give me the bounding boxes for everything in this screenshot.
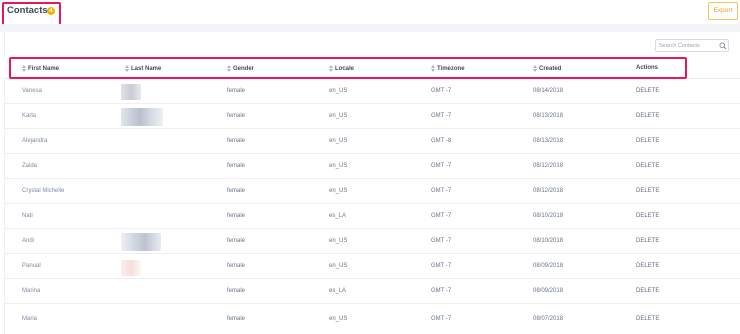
locale-cell: en_US: [329, 138, 348, 144]
gender-cell: female: [227, 288, 246, 294]
created-cell: 08/13/2018: [533, 138, 564, 144]
table-row: Zaida female en_US GMT -7 08/12/2018 DEL…: [4, 154, 740, 179]
gender-cell: female: [227, 138, 246, 144]
gender-cell: female: [227, 316, 246, 322]
table-row: Alejandra female en_US GMT -8 08/13/2018…: [4, 129, 740, 154]
search-box[interactable]: [655, 39, 729, 52]
created-cell: 08/12/2018: [533, 163, 564, 169]
delete-button[interactable]: DELETE: [636, 213, 659, 219]
table-row: Panual female en_US GMT -7 08/09/2018 DE…: [4, 254, 740, 279]
first-name-cell: Alejandra: [22, 138, 48, 144]
created-cell: 08/07/2018: [533, 316, 564, 322]
created-cell: 08/14/2018: [533, 88, 564, 94]
delete-button[interactable]: DELETE: [636, 238, 659, 244]
timezone-cell: GMT -7: [431, 263, 452, 269]
page-title: Contacts: [7, 5, 48, 16]
table-row: Maria female en_US GMT -7 08/07/2018 DEL…: [4, 304, 740, 334]
gender-cell: female: [227, 263, 246, 269]
timezone-cell: GMT -7: [431, 213, 452, 219]
gender-cell: female: [227, 113, 246, 119]
top-bar: [0, 0, 740, 24]
created-cell: 08/10/2018: [533, 213, 564, 219]
gender-cell: female: [227, 213, 246, 219]
first-name-cell: Nati: [22, 213, 33, 219]
timezone-cell: GMT -7: [431, 188, 452, 194]
timezone-cell: GMT -7: [431, 163, 452, 169]
delete-button[interactable]: DELETE: [636, 113, 659, 119]
locale-cell: es_LA: [329, 288, 347, 294]
table-row: Karla female en_US GMT -7 08/13/2018 DEL…: [4, 104, 740, 129]
timezone-cell: GMT -7: [431, 238, 452, 244]
delete-button[interactable]: DELETE: [636, 88, 659, 94]
first-name-cell: Zaida: [22, 163, 38, 169]
delete-button[interactable]: DELETE: [636, 316, 659, 322]
page-gutter: [0, 24, 740, 32]
table-row: Vanesa female en_US GMT -7 08/14/2018 DE…: [4, 79, 740, 104]
first-name-cell: Maria: [22, 316, 38, 322]
timezone-cell: GMT -7: [431, 113, 452, 119]
contact-count-badge: 4: [47, 7, 55, 15]
locale-cell: en_US: [329, 188, 348, 194]
timezone-cell: GMT -8: [431, 138, 452, 144]
first-name-cell: Vanesa: [22, 88, 42, 94]
search-icon[interactable]: [719, 42, 727, 50]
locale-cell: en_US: [329, 316, 348, 322]
gender-cell: female: [227, 163, 246, 169]
delete-button[interactable]: DELETE: [636, 138, 659, 144]
table-row: Marina female es_LA GMT -7 08/09/2018 DE…: [4, 279, 740, 304]
locale-cell: en_US: [329, 113, 348, 119]
timezone-cell: GMT -7: [431, 316, 452, 322]
locale-cell: en_US: [329, 88, 348, 94]
gender-cell: female: [227, 238, 246, 244]
export-button[interactable]: Export: [708, 2, 738, 20]
first-name-cell: Panual: [22, 263, 41, 269]
redacted-last-name: [121, 233, 161, 251]
search-input[interactable]: [659, 41, 717, 51]
locale-cell: es_LA: [329, 213, 347, 219]
created-cell: 08/10/2018: [533, 238, 564, 244]
created-cell: 08/12/2018: [533, 188, 564, 194]
delete-button[interactable]: DELETE: [636, 288, 659, 294]
created-cell: 08/09/2018: [533, 263, 564, 269]
redacted-last-name: [121, 84, 141, 100]
locale-cell: en_US: [329, 238, 348, 244]
redacted-last-name: [121, 260, 141, 276]
created-cell: 08/13/2018: [533, 113, 564, 119]
first-name-cell: Karla: [22, 113, 37, 119]
locale-cell: en_US: [329, 163, 348, 169]
timezone-cell: GMT -7: [431, 288, 452, 294]
gender-cell: female: [227, 88, 246, 94]
header-highlight: [9, 57, 687, 79]
created-cell: 08/09/2018: [533, 288, 564, 294]
timezone-cell: GMT -7: [431, 88, 452, 94]
delete-button[interactable]: DELETE: [636, 263, 659, 269]
table-row: Nati female es_LA GMT -7 08/10/2018 DELE…: [4, 204, 740, 229]
table-row: Crystal Michelle female en_US GMT -7 08/…: [4, 179, 740, 204]
first-name-cell: Marina: [22, 288, 41, 294]
delete-button[interactable]: DELETE: [636, 163, 659, 169]
first-name-cell: Andi: [22, 238, 35, 244]
table-row: Andi female en_US GMT -7 08/10/2018 DELE…: [4, 229, 740, 254]
delete-button[interactable]: DELETE: [636, 188, 659, 194]
locale-cell: en_US: [329, 263, 348, 269]
gender-cell: female: [227, 188, 246, 194]
redacted-last-name: [121, 108, 163, 126]
first-name-cell: Crystal Michelle: [22, 188, 65, 194]
